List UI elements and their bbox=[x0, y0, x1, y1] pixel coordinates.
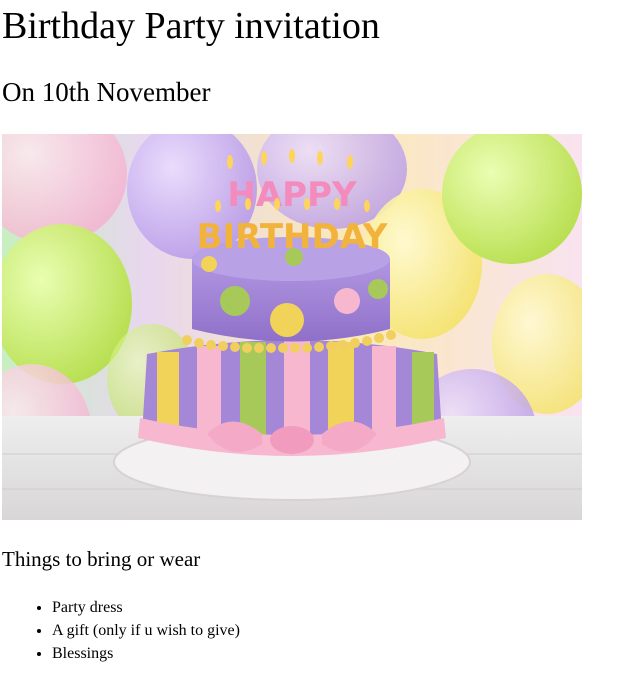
list-item: Party dress bbox=[52, 596, 240, 619]
cake-topper-birthday: BIRTHDAY bbox=[197, 217, 388, 257]
list-item: A gift (only if u wish to give) bbox=[52, 619, 240, 642]
bring-list-heading: Things to bring or wear bbox=[2, 547, 201, 571]
birthday-cake-image: HAPPY BIRTHDAY bbox=[2, 134, 582, 520]
party-date-heading: On 10th November bbox=[2, 77, 211, 107]
bring-list: Party dress A gift (only if u wish to gi… bbox=[2, 596, 240, 665]
list-item: Blessings bbox=[52, 642, 240, 665]
cake-illustration: HAPPY BIRTHDAY bbox=[2, 134, 582, 520]
page-title: Birthday Party invitation bbox=[2, 5, 380, 47]
